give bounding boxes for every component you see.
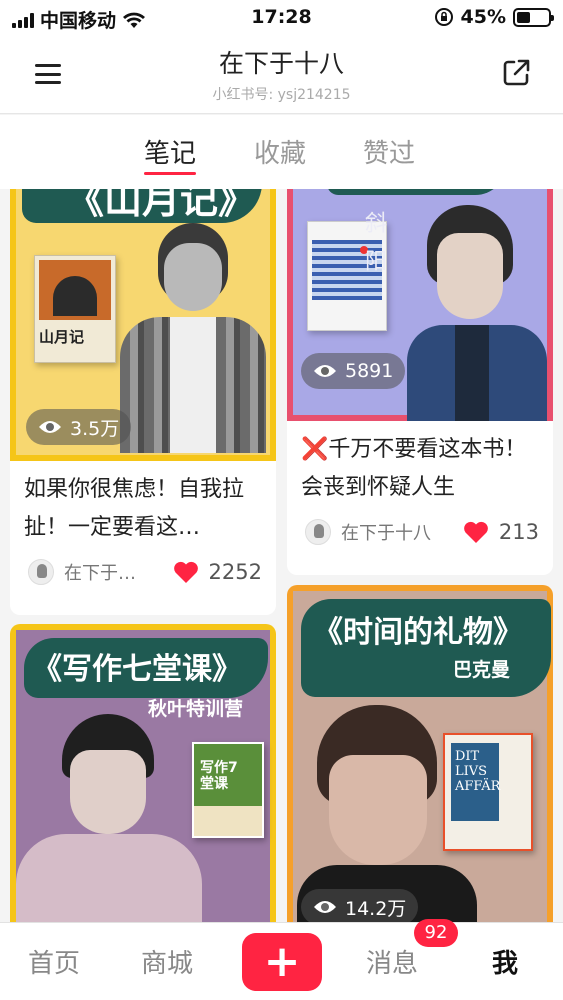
book-image: DIT LIVS AFFÄR bbox=[443, 733, 533, 851]
view-count: 14.2万 bbox=[345, 897, 407, 920]
tab-collections[interactable]: 收藏 bbox=[254, 133, 306, 170]
cover-title: 《时间的礼物》 bbox=[313, 615, 523, 650]
note-cover: 《写作七堂课》 秋叶特训营 写作7堂课 bbox=[10, 624, 276, 922]
battery-percent: 45% bbox=[460, 6, 506, 28]
create-note-button[interactable]: + bbox=[242, 933, 322, 991]
battery-icon bbox=[513, 7, 554, 27]
nav-me[interactable]: 我 bbox=[492, 943, 518, 980]
heart-icon[interactable] bbox=[173, 560, 199, 584]
view-count: 5891 bbox=[345, 360, 394, 382]
bottom-nav: 首页 商城 + 消息 92 我 bbox=[0, 919, 563, 1000]
nav-mall[interactable]: 商城 bbox=[141, 943, 193, 980]
rotation-lock-icon bbox=[434, 8, 453, 26]
note-card[interactable]: 《时间的礼物》 巴克曼 DIT LIVS AFFÄR 14.2万 bbox=[287, 585, 553, 922]
eye-icon bbox=[314, 365, 336, 377]
heart-icon[interactable] bbox=[463, 520, 489, 544]
battery-fill bbox=[517, 11, 531, 23]
author-avatar[interactable] bbox=[28, 559, 54, 585]
tab-indicator bbox=[144, 172, 196, 175]
cover-person bbox=[16, 714, 202, 922]
profile-id: 小红书号: ysj214215 bbox=[212, 87, 351, 103]
profile-header: 在下于十八 小红书号: ysj214215 bbox=[0, 36, 563, 114]
tab-likes[interactable]: 赞过 bbox=[363, 133, 415, 170]
book-cover-title: DIT LIVS AFFÄR bbox=[455, 749, 501, 794]
book-image: 山月记 bbox=[34, 255, 116, 363]
book-image: 写作7堂课 bbox=[192, 742, 264, 838]
view-count: 3.5万 bbox=[70, 417, 120, 440]
cover-person bbox=[397, 205, 547, 421]
nav-messages[interactable]: 消息 bbox=[366, 943, 418, 980]
profile-tabs: 笔记 收藏 赞过 bbox=[0, 115, 563, 189]
author-avatar[interactable] bbox=[305, 519, 331, 545]
like-count: 2252 bbox=[208, 560, 262, 584]
author-name[interactable]: 在下于十八 bbox=[341, 519, 463, 545]
tab-notes[interactable]: 笔记 bbox=[144, 133, 196, 170]
note-author-row: 在下于十八 213 bbox=[305, 517, 539, 547]
status-right: 45% bbox=[434, 6, 554, 28]
book-cover-title: 山月记 bbox=[39, 328, 85, 346]
cover-title: 《写作七堂课》 bbox=[32, 652, 242, 687]
note-card[interactable]: 《山月记》 山月记 3.5万 如果你很焦虑！自我拉扯！一定要看这… 在下于… 2… bbox=[10, 189, 276, 615]
eye-icon bbox=[314, 901, 336, 913]
note-card[interactable]: 斜阳 5891 ❌千万不要看这本书！会丧到怀疑人生 在下于十八 213 bbox=[287, 189, 553, 575]
messages-badge: 92 bbox=[414, 919, 458, 947]
notes-feed: 《山月记》 山月记 3.5万 如果你很焦虑！自我拉扯！一定要看这… 在下于… 2… bbox=[0, 189, 563, 922]
book-cover-title: 写作7堂课 bbox=[200, 760, 238, 792]
nav-home[interactable]: 首页 bbox=[28, 943, 80, 980]
note-cover: 斜阳 5891 bbox=[287, 189, 553, 421]
profile-name: 在下于十八 bbox=[218, 49, 344, 78]
plus-icon: + bbox=[263, 936, 301, 987]
view-count-pill: 5891 bbox=[301, 353, 406, 389]
author-name[interactable]: 在下于… bbox=[64, 559, 173, 585]
note-author-row: 在下于… 2252 bbox=[28, 557, 262, 587]
note-card[interactable]: 《写作七堂课》 秋叶特训营 写作7堂课 bbox=[10, 624, 276, 922]
cover-brush bbox=[327, 189, 507, 195]
cover-person bbox=[120, 213, 266, 453]
note-title: ❌千万不要看这本书！会丧到怀疑人生 bbox=[301, 437, 527, 500]
view-count-pill: 14.2万 bbox=[301, 889, 419, 922]
cover-title: 斜阳 bbox=[361, 211, 386, 287]
cover-subtitle: 巴克曼 bbox=[453, 659, 511, 681]
status-bar: 中国移动 17:28 45% bbox=[0, 0, 563, 36]
share-icon[interactable] bbox=[501, 56, 533, 88]
note-title: 如果你很焦虑！自我拉扯！一定要看这… bbox=[24, 477, 245, 540]
note-cover: 《时间的礼物》 巴克曼 DIT LIVS AFFÄR 14.2万 bbox=[287, 585, 553, 922]
eye-icon bbox=[39, 421, 61, 433]
note-cover: 《山月记》 山月记 3.5万 bbox=[10, 189, 276, 461]
view-count-pill: 3.5万 bbox=[26, 409, 132, 445]
like-count: 213 bbox=[498, 520, 539, 544]
